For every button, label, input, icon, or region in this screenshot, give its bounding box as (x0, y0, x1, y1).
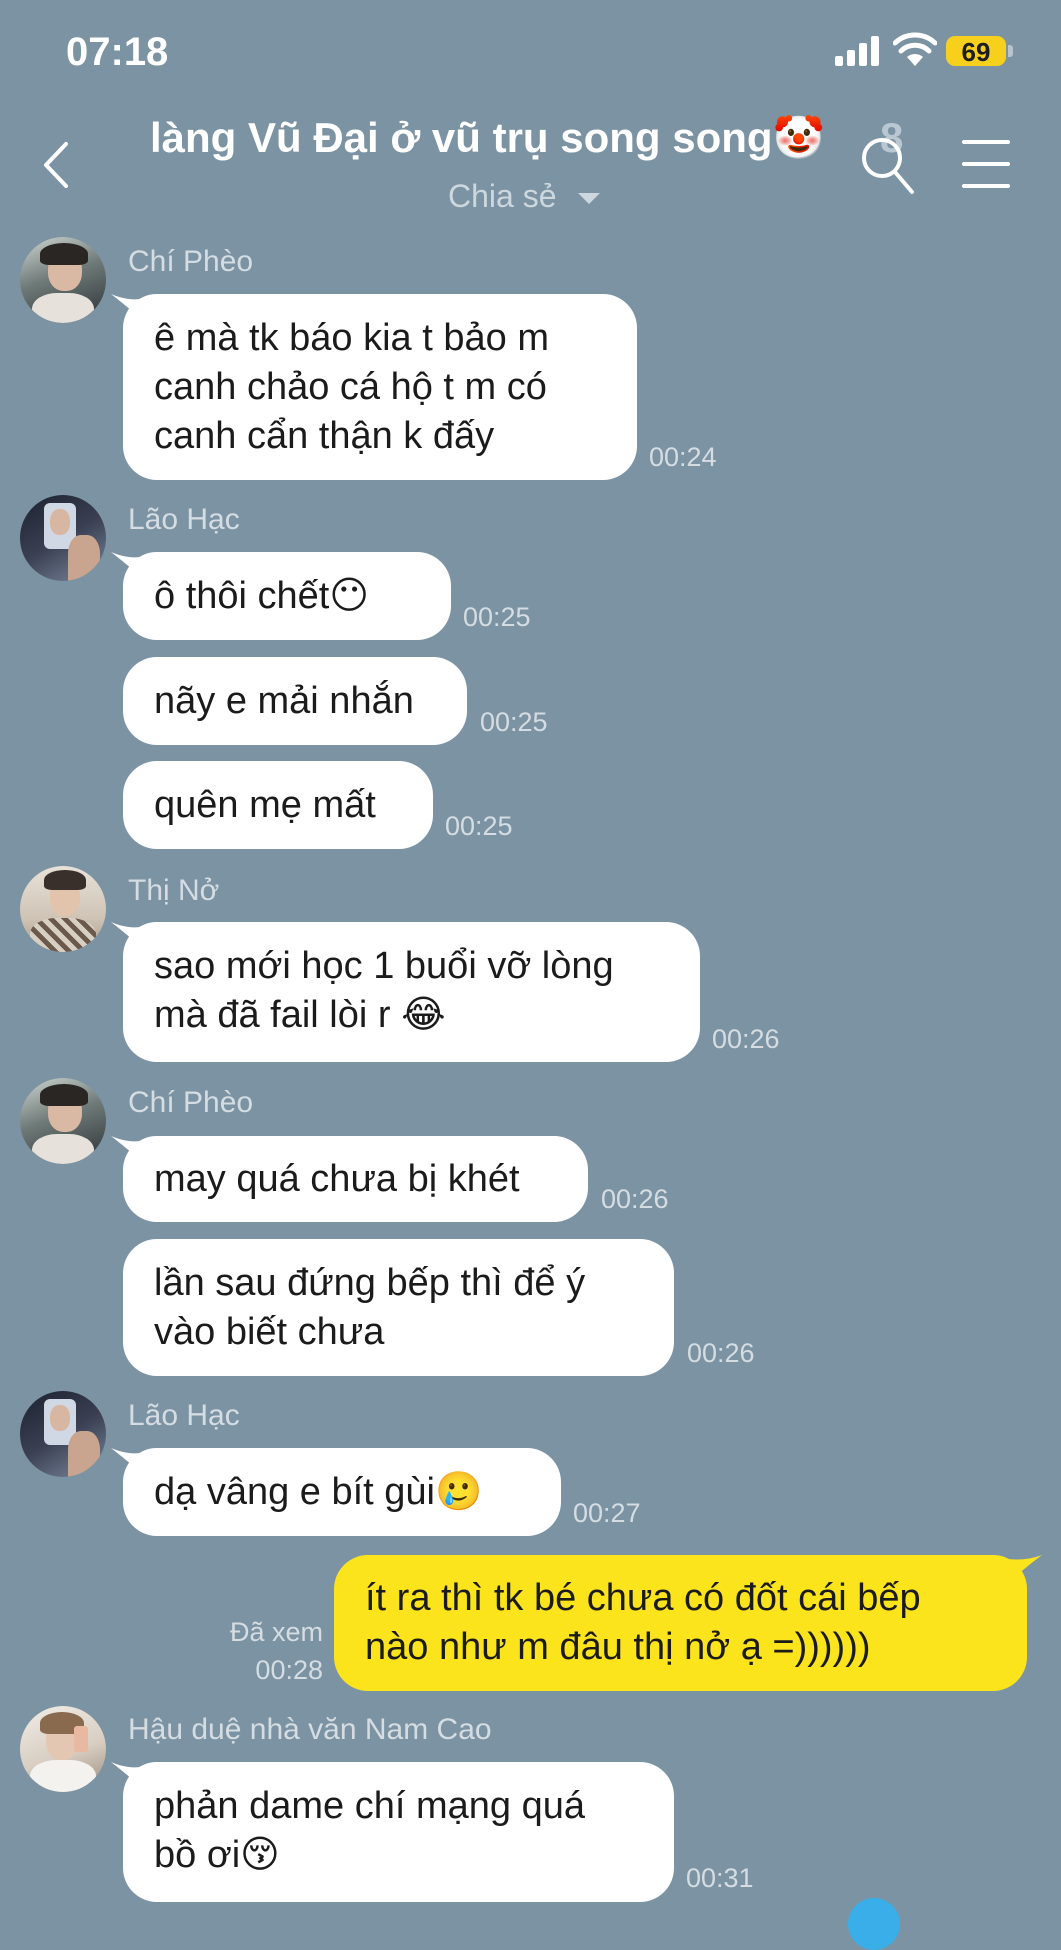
message-line: nãy e mải nhắn (154, 680, 414, 722)
wifi-icon (893, 32, 937, 66)
message-time: 00:27 (573, 1498, 641, 1528)
message-time: 00:28 (255, 1655, 323, 1685)
search-icon[interactable] (858, 134, 916, 196)
message-time: 00:25 (480, 707, 548, 737)
caret-down-icon[interactable] (578, 193, 600, 204)
message-bubble[interactable]: dạ vâng e bít gùi🥲 (123, 1448, 561, 1536)
seen-status: Đã xem (229, 1617, 323, 1647)
message-bubble[interactable]: may quá chưa bị khét (123, 1136, 588, 1222)
message-time: 00:26 (712, 1024, 780, 1054)
message-line: ô thôi chết😶 (154, 575, 369, 617)
message-line: canh chảo cá hộ t m có (154, 366, 547, 408)
message-line: phản dame chí mạng quá (154, 1785, 585, 1827)
sender-name: Thị Nở (128, 874, 220, 907)
message-line: sao mới học 1 buổi vỡ lòng (154, 945, 614, 987)
message-bubble[interactable]: quên mẹ mất (123, 761, 433, 849)
message-line: nào như m đâu thị nở ạ =)))))) (365, 1626, 871, 1668)
avatar-lao-hac[interactable] (20, 495, 106, 581)
battery-cap (1008, 45, 1013, 57)
battery-level: 69 (961, 37, 991, 67)
message-line: may quá chưa bị khét (154, 1158, 520, 1200)
message-time: 00:25 (463, 602, 531, 632)
sender-name: Chí Phèo (128, 245, 254, 278)
message-bubble[interactable]: sao mới học 1 buổi vỡ lòng mà đã fail lò… (123, 922, 700, 1062)
message-line: canh cẩn thận k đấy (154, 415, 495, 457)
share-dropdown[interactable]: Chia sẻ (448, 178, 557, 215)
message-time: 00:26 (601, 1184, 669, 1214)
message-line: quên mẹ mất (154, 784, 376, 826)
sender-name: Lão Hạc (128, 503, 240, 536)
chat-header: 8 làng Vũ Đại ở vũ trụ song song🤡 Chia s… (0, 100, 1061, 230)
avatar-chi-pheo[interactable] (20, 237, 106, 323)
back-chevron-icon[interactable] (38, 140, 78, 190)
message-time: 00:26 (687, 1338, 755, 1368)
message-line: ít ra thì tk bé chưa có đốt cái bếp (365, 1577, 921, 1619)
cellular-signal-icon (835, 36, 883, 66)
message-line: lần sau đứng bếp thì để ý (154, 1262, 586, 1304)
sender-name: Chí Phèo (128, 1086, 254, 1119)
message-time: 00:24 (649, 442, 717, 472)
new-message-button[interactable] (848, 1898, 900, 1950)
message-line: vào biết chưa (154, 1311, 385, 1353)
message-line: bồ ơi😚 (154, 1834, 280, 1876)
avatar-chi-pheo[interactable] (20, 1078, 106, 1164)
avatar-hau-due[interactable] (20, 1706, 106, 1792)
message-line: dạ vâng e bít gùi🥲 (154, 1471, 483, 1513)
message-bubble[interactable]: ê mà tk báo kia t bảo m canh chảo cá hộ … (123, 294, 637, 480)
status-bar: 07:18 69 (0, 0, 1061, 100)
sender-name: Hậu duệ nhà văn Nam Cao (128, 1713, 492, 1746)
battery-icon: 69 (946, 36, 1006, 67)
message-line: mà đã fail lòi r 😂 (154, 994, 446, 1036)
avatar-thi-no[interactable] (20, 866, 106, 952)
message-bubble[interactable]: nãy e mải nhắn (123, 657, 467, 745)
message-line: ê mà tk báo kia t bảo m (154, 317, 549, 359)
status-time: 07:18 (66, 30, 169, 74)
group-title[interactable]: làng Vũ Đại ở vũ trụ song song🤡 (150, 114, 825, 163)
message-bubble[interactable]: phản dame chí mạng quá bồ ơi😚 (123, 1762, 674, 1902)
sender-name: Lão Hạc (128, 1399, 240, 1432)
message-time: 00:25 (445, 811, 513, 841)
menu-icon[interactable] (962, 138, 1010, 190)
message-bubble[interactable]: ô thôi chết😶 (123, 552, 451, 640)
bubble-tail (1008, 1555, 1042, 1583)
message-bubble[interactable]: lần sau đứng bếp thì để ý vào biết chưa (123, 1239, 674, 1376)
avatar-lao-hac[interactable] (20, 1391, 106, 1477)
my-message-bubble[interactable]: ít ra thì tk bé chưa có đốt cái bếp nào … (334, 1555, 1027, 1691)
message-time: 00:31 (686, 1863, 754, 1893)
